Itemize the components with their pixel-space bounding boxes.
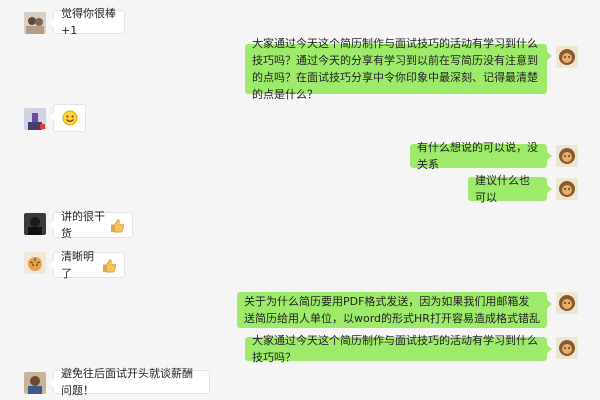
message-bubble[interactable]: 讲的很干货	[49, 210, 133, 240]
avatar-dark-icon[interactable]	[24, 213, 46, 235]
message-text: 关于为什么简历要用PDF格式发送，因为如果我们用邮箱发送简历给用人单位，以wor…	[244, 295, 540, 325]
message-bubble[interactable]: 建议什么也可以	[468, 174, 552, 204]
message-bubble[interactable]: 关于为什么简历要用PDF格式发送，因为如果我们用邮箱发送简历给用人单位，以wor…	[237, 292, 552, 328]
avatar-tiger-icon[interactable]	[24, 252, 46, 274]
avatar-lion-icon[interactable]	[556, 145, 578, 167]
message-bubble[interactable]: 大家通过今天这个简历制作与面试技巧的活动有学习到什么技巧吗？通过今天的分享有学习…	[245, 37, 552, 101]
thumbs-up-icon	[110, 218, 125, 233]
message-text: 建议什么也可以	[475, 174, 530, 204]
message-bubble[interactable]: 避免往后面试开头就谈薪酬问题！	[49, 367, 210, 397]
message-text: 大家通过今天这个简历制作与面试技巧的活动有学习到什么技巧吗？	[252, 334, 538, 364]
message-bubble[interactable]: 清晰明了	[49, 250, 125, 280]
message-text: 觉得你很棒+1	[61, 7, 116, 37]
avatar-lion-icon[interactable]	[556, 292, 578, 314]
avatar-purple-icon[interactable]	[24, 108, 46, 130]
message-bubble[interactable]: 有什么想说的可以说，没关系	[410, 141, 552, 171]
message-text: 讲的很干货	[61, 210, 105, 240]
message-text: 有什么想说的可以说，没关系	[417, 141, 538, 171]
avatar-boy-icon[interactable]	[24, 372, 46, 394]
smiley-emoji-icon	[62, 110, 78, 126]
chat-window: 觉得你很棒+1 大家通过今天这个简历制作与面试技巧的活动有学习到什么技巧吗？通过…	[0, 0, 600, 400]
message-bubble[interactable]: 觉得你很棒+1	[49, 7, 125, 37]
avatar-lion-icon[interactable]	[556, 178, 578, 200]
thumbs-up-icon	[102, 258, 117, 273]
message-text: 避免往后面试开头就谈薪酬问题！	[61, 367, 193, 397]
avatar-lion-icon[interactable]	[556, 46, 578, 68]
avatar-lion-icon[interactable]	[556, 337, 578, 359]
message-text: 清晰明了	[61, 250, 94, 280]
message-bubble[interactable]	[49, 104, 86, 132]
message-text: 大家通过今天这个简历制作与面试技巧的活动有学习到什么技巧吗？通过今天的分享有学习…	[252, 37, 538, 101]
message-bubble[interactable]: 大家通过今天这个简历制作与面试技巧的活动有学习到什么技巧吗？	[245, 334, 552, 364]
avatar-couple-icon[interactable]	[24, 12, 46, 34]
